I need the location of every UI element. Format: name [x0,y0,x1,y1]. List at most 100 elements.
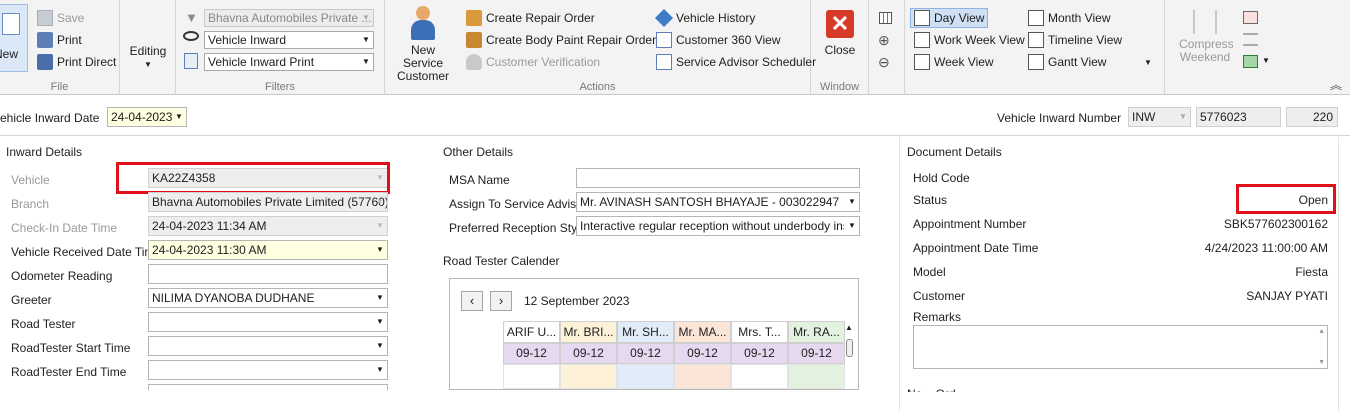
road-tester-calendar[interactable]: ‹ › 12 September 2023 ARIF U... 09-12 Mr. … [449,278,859,390]
grid-view-icon[interactable] [879,12,892,24]
actions-group: New Service Customer Create Repair Order… [385,0,816,95]
month-view-button[interactable]: Month View [1028,8,1110,28]
calendar-time-cell[interactable] [503,364,560,389]
calendar-resource-header[interactable]: Mr. SH... [617,321,674,343]
save-button[interactable]: Save [37,8,84,28]
resource-view-icon[interactable] [1243,11,1258,24]
appt-date-label: Appointment Date Time [913,241,1039,255]
calendar-resource-header[interactable]: ARIF U... [503,321,560,343]
print-template-icon [184,53,198,69]
calendar-date-cell[interactable]: 09-12 [674,343,731,364]
zoom-in-icon[interactable]: ⊕ [878,32,890,49]
color-palette-icon[interactable] [1243,55,1258,68]
next-field-edge [148,384,388,390]
history-cube-icon [654,8,674,28]
editing-button[interactable]: Editing ▼ [120,44,176,69]
dropdown-arrow-icon: ▼ [362,57,370,66]
create-repair-order-button[interactable]: Create Repair Order [466,8,595,28]
dropdown-arrow-icon: ▼ [376,293,384,302]
remarks-scroll-down-icon: ▼ [1318,359,1325,366]
month-view-icon [1028,10,1044,26]
customer-label: Customer [913,289,966,303]
customer-verification-button[interactable]: Customer Verification [466,52,600,72]
dropdown-arrow-icon: ▼ [144,60,152,69]
collapse-ribbon-icon[interactable]: ︽ [1330,76,1342,93]
dropdown-arrow-icon: ▼ [376,341,384,350]
document-details-title: Document Details [907,145,1002,159]
print-direct-button[interactable]: Print Direct [37,52,116,72]
vehicle-history-button[interactable]: Vehicle History [654,8,755,28]
compress-weekend-button[interactable]: Compress Weekend [1173,10,1237,64]
remarks-label: Remarks [913,310,962,324]
advisor-combo[interactable]: Mr. AVINASH SANTOSH BHAYAJE - 003022947 … [576,192,860,212]
calendar-resource-header[interactable]: Mr. RA... [788,321,845,343]
inward-details-title: Inward Details [6,145,83,159]
service-advisor-scheduler-button[interactable]: Service Advisor Scheduler [656,52,816,72]
actions-group-caption: Actions [579,81,616,93]
calendar-date-cell[interactable]: 09-12 [560,343,617,364]
remarks-textarea[interactable]: ▲ ▼ [913,325,1328,369]
dropdown-arrow-icon: ▼ [376,245,384,254]
new-service-customer-button[interactable]: New Service Customer [389,6,457,83]
calendar-time-cell[interactable] [674,364,731,389]
checkin-label: Check-In Date Time [11,221,118,235]
received-field[interactable]: 24-04-2023 11:30 AM ▼ [148,240,388,260]
create-body-paint-button[interactable]: Create Body Paint Repair Order [466,30,656,50]
dropdown-arrow-icon: ▼ [376,221,384,230]
calendar-scrollbar[interactable]: ▲ [844,323,856,389]
week-view-button[interactable]: Week View [914,52,994,72]
eye-icon [183,31,199,41]
calendar-date-cell[interactable]: 09-12 [503,343,560,364]
group-by-icon[interactable] [1243,33,1258,46]
views-dropdown-arrow-icon[interactable]: ▼ [1144,58,1152,67]
inward-prefix-combo[interactable]: INW ▼ [1128,107,1191,127]
inward-date-picker[interactable]: 24-04-2023 ▼ [107,107,187,127]
new-button[interactable]: New [0,4,28,72]
calendar-date-cell[interactable]: 09-12 [788,343,845,364]
calendar-time-cell[interactable] [731,364,788,389]
calendar-time-cell[interactable] [788,364,845,389]
calendar-time-cell[interactable] [560,364,617,389]
calendar-next-button[interactable]: › [490,291,512,311]
rt-end-combo[interactable]: ▼ [148,360,388,380]
rt-start-combo[interactable]: ▼ [148,336,388,356]
calendar-resource-header[interactable]: Mr. MA... [674,321,731,343]
zoom-out-icon[interactable]: ⊖ [878,54,890,71]
body-paint-icon [466,32,482,48]
inward-number-field[interactable]: 5776023 [1196,107,1281,127]
branch-field[interactable]: Bhavna Automobiles Private Limited (5776… [148,192,388,212]
cut-off-label: Ne... Ord... [907,384,966,392]
dropdown-arrow-icon: ▼ [848,221,856,230]
day-view-button[interactable]: Day View [910,8,989,28]
dropdown-arrow-icon: ▼ [175,112,183,121]
checkin-field[interactable]: 24-04-2023 11:34 AM ▼ [148,216,388,236]
print-button[interactable]: Print [37,30,82,50]
branch-filter-combo[interactable]: Bhavna Automobiles Private ... ▼ [204,9,374,27]
inward-suffix-field[interactable]: 220 [1286,107,1338,127]
road-tester-label: Road Tester [11,317,76,331]
reception-combo[interactable]: Interactive regular reception without un… [576,216,860,236]
road-tester-combo[interactable]: ▼ [148,312,388,332]
compress-weekend-icon [1193,10,1217,34]
calendar-time-cell[interactable] [617,364,674,389]
odometer-field[interactable] [148,264,388,284]
dropdown-arrow-icon: ▼ [1179,112,1187,121]
close-button[interactable]: ✕ Close [811,10,869,57]
calendar-prev-button[interactable]: ‹ [461,291,483,311]
calendar-date-cell[interactable]: 09-12 [617,343,674,364]
timeline-view-button[interactable]: Timeline View [1028,30,1122,50]
greeter-combo[interactable]: NILIMA DYANOBA DUDHANE ▼ [148,288,388,308]
chevron-right-icon: › [498,293,504,308]
scroll-thumb[interactable] [846,339,853,357]
form-filter-combo[interactable]: Vehicle Inward ▼ [204,31,374,49]
msa-field[interactable] [576,168,860,188]
customer-360-button[interactable]: Customer 360 View [656,30,781,50]
calendar-date-cell[interactable]: 09-12 [731,343,788,364]
day-view-icon [914,10,930,26]
palette-dropdown-arrow-icon[interactable]: ▼ [1262,56,1270,65]
calendar-resource-header[interactable]: Mr. BRI... [560,321,617,343]
work-week-view-button[interactable]: Work Week View [914,30,1025,50]
gantt-view-button[interactable]: Gantt View [1028,52,1106,72]
print-filter-combo[interactable]: Vehicle Inward Print ▼ [204,53,374,71]
calendar-resource-header[interactable]: Mrs. T... [731,321,788,343]
